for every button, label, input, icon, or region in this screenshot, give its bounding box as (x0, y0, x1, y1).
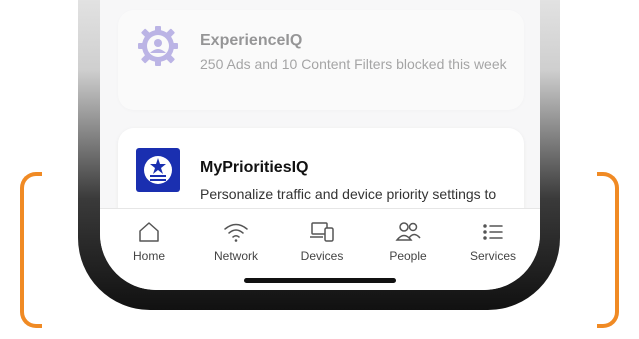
card-title: ExperienceIQ (200, 32, 303, 49)
people-icon (395, 222, 421, 241)
left-bracket-decoration (20, 172, 42, 328)
tab-label: People (389, 249, 427, 263)
gear-user-icon (138, 26, 178, 66)
tab-label: Devices (300, 249, 344, 263)
tab-network[interactable]: Network (200, 219, 272, 263)
devices-icon (310, 222, 334, 242)
home-icon (139, 222, 159, 242)
phone-screen: ExperienceIQ 250 Ads and 10 Content Filt… (100, 0, 540, 290)
right-bracket-decoration (597, 172, 619, 328)
tab-label: Network (213, 249, 258, 263)
priority-badge-icon (136, 148, 180, 192)
list-icon (483, 224, 503, 240)
experienceiq-card[interactable]: ExperienceIQ 250 Ads and 10 Content Filt… (118, 10, 524, 110)
tab-label: Services (469, 249, 516, 263)
tab-home[interactable]: Home (113, 219, 185, 263)
tab-people[interactable]: People (372, 219, 444, 263)
tab-devices[interactable]: Devices (286, 219, 358, 263)
wifi-icon (224, 223, 248, 242)
tab-services[interactable]: Services (457, 219, 529, 263)
home-indicator[interactable] (244, 278, 396, 283)
card-description: 250 Ads and 10 Content Filters blocked t… (200, 56, 507, 72)
tab-label: Home (132, 249, 165, 263)
card-title: MyPrioritiesIQ (200, 159, 309, 176)
